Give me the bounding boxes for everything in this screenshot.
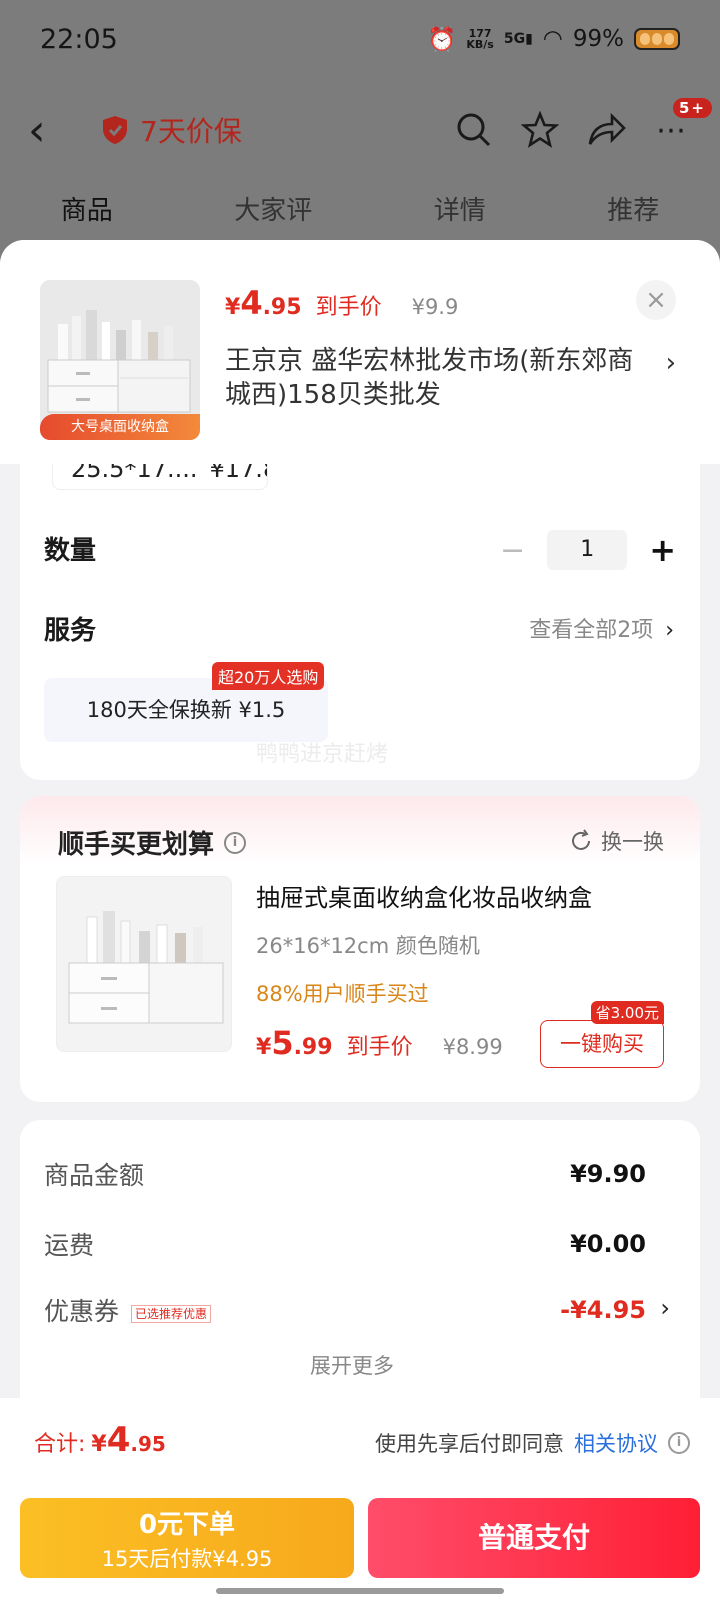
recommend-spec: 26*16*12cm 颜色随机 (256, 934, 480, 958)
recommend-price-currency: ¥ (256, 1035, 272, 1060)
message-badge: 5+ (670, 96, 714, 120)
goods-amount-label: 商品金额 (44, 1161, 145, 1190)
price-currency: ¥ (225, 295, 241, 320)
chevron-right-icon: › (665, 618, 674, 643)
watermark: 鸭鸭进京赶烤 (256, 742, 389, 767)
total-label: 合计: (34, 1432, 86, 1457)
tab-reviews[interactable]: 大家评 (234, 190, 312, 240)
recommend-product-name[interactable]: 抽屉式桌面收纳盒化妆品收纳盒 (256, 878, 656, 913)
options-card: 25.5*17....¥17.8 数量 − 1 + 服务 查看全部2项› 180… (20, 420, 700, 780)
tab-recommend[interactable]: 推荐 (607, 190, 659, 240)
wifi-icon: ◠ (542, 26, 563, 52)
goods-amount-row: 商品金额 ¥9.90 (44, 1156, 646, 1192)
info-icon[interactable]: i (668, 1432, 690, 1454)
total-currency: ¥ (91, 1432, 107, 1457)
normal-pay-button[interactable]: 普通支付 (368, 1498, 700, 1578)
thumbnail-label: 大号桌面收纳盒 (40, 414, 200, 440)
refresh-label: 换一换 (601, 830, 664, 854)
close-icon: × (645, 285, 667, 315)
price-decimal: .95 (262, 295, 302, 320)
battery-text: 99% (572, 26, 624, 52)
expand-more[interactable]: 展开更多 (310, 1350, 394, 1380)
quantity-label: 数量 (44, 536, 97, 566)
original-price: ¥9.9 (411, 295, 459, 319)
view-all-label: 查看全部2项 (529, 618, 654, 643)
total-integer: 4 (106, 1420, 131, 1460)
shield-icon (103, 116, 127, 144)
search-icon[interactable] (454, 110, 494, 150)
increase-button[interactable]: + (649, 531, 676, 569)
tab-goods[interactable]: 商品 (61, 190, 113, 240)
checkout-sheet: 大号桌面收纳盒 ¥ 4 .95 到手价 ¥9.9 × 王京京 盛华宏林批发市场(… (0, 240, 720, 1600)
refresh-button[interactable]: 换一换 (569, 826, 664, 856)
service-badge: 超20万人选购 (212, 662, 325, 690)
shipping-address[interactable]: 王京京 盛华宏林批发市场(新东郊商城西)158贝类批发 (225, 344, 645, 412)
recommend-price-decimal: .99 (293, 1035, 333, 1060)
recommend-title: 顺手买更划算 i (58, 824, 247, 861)
share-icon[interactable] (586, 110, 626, 150)
recommend-price: ¥ 5 .99 到手价 ¥8.99 (256, 1024, 503, 1062)
status-icons: ⏰ 177 KB/s 5G▮ ◠ 99% (428, 26, 680, 53)
pay-later-button[interactable]: 0元下单 15天后付款¥4.95 (20, 1498, 354, 1578)
agreement-text: 使用先享后付即同意 (375, 1432, 564, 1456)
shipping-label: 运费 (44, 1231, 95, 1260)
price-integer: 4 (240, 284, 263, 322)
savings-badge: 省3.00元 (590, 1001, 664, 1024)
coupon-label: 优惠券 (44, 1297, 120, 1326)
recommend-original-price: ¥8.99 (442, 1035, 503, 1059)
sheet-header: 大号桌面收纳盒 ¥ 4 .95 到手价 ¥9.9 × 王京京 盛华宏林批发市场(… (0, 240, 720, 464)
chevron-right-icon: › (660, 1294, 670, 1322)
shipping-fee: ¥0.00 (570, 1230, 646, 1258)
chevron-right-icon: › (665, 348, 676, 378)
service-label: 服务 (44, 616, 97, 646)
alarm-icon: ⏰ (427, 26, 457, 53)
recommend-price-integer: 5 (271, 1024, 294, 1062)
coupon-amount: -¥4.95 (560, 1296, 646, 1324)
close-button[interactable]: × (636, 280, 676, 320)
product-thumbnail[interactable]: 大号桌面收纳盒 (40, 280, 200, 440)
status-time: 22:05 (40, 23, 118, 55)
recommend-card: 顺手买更划算 i 换一换 抽屉式桌面收纳盒化妆品收纳盒 26*16*12cm 颜… (20, 796, 700, 1102)
signal-icon: 5G▮ (503, 31, 533, 47)
price-guarantee[interactable]: 7天价保 (102, 110, 242, 150)
page-tabs: 商品 大家评 详情 推荐 (0, 190, 720, 240)
quantity-stepper: − 1 + (500, 530, 676, 570)
goods-amount: ¥9.90 (570, 1160, 646, 1188)
quantity-value[interactable]: 1 (547, 530, 628, 570)
home-indicator (216, 1588, 504, 1594)
network-speed: 177 KB/s (466, 27, 494, 51)
recommend-thumbnail[interactable] (56, 876, 232, 1052)
recommend-title-text: 顺手买更划算 (58, 830, 215, 860)
pay-later-subtitle: 15天后付款¥4.95 (101, 1547, 273, 1571)
price-label: 到手价 (315, 295, 382, 320)
agreement: 使用先享后付即同意 相关协议 i (375, 1428, 690, 1458)
recommend-rate: 88%用户顺手买过 (256, 982, 429, 1006)
bottom-bar: 合计: ¥ 4 .95 使用先享后付即同意 相关协议 i 0元下单 15天后付款¥… (0, 1398, 720, 1600)
coupon-tag: 已选推荐优惠 (131, 1304, 212, 1323)
order-total: 合计: ¥ 4 .95 (34, 1420, 166, 1460)
shipping-row: 运费 ¥0.00 (44, 1226, 646, 1262)
organizer-image (57, 877, 231, 1051)
more-icon[interactable]: ⋯ 5+ (652, 96, 714, 150)
status-bar: 22:05 ⏰ 177 KB/s 5G▮ ◠ 99% (0, 0, 720, 78)
battery-icon (634, 28, 680, 50)
view-all-services[interactable]: 查看全部2项 › (529, 612, 674, 644)
back-icon[interactable]: ‹ (28, 105, 84, 156)
price-row: ¥ 4 .95 到手价 ¥9.9 (225, 284, 458, 322)
agreement-link[interactable]: 相关协议 (574, 1428, 658, 1458)
pay-later-title: 0元下单 (138, 1510, 236, 1540)
star-icon[interactable] (520, 110, 560, 150)
coupon-row[interactable]: 优惠券 已选推荐优惠 -¥4.95 (44, 1292, 646, 1328)
quick-buy-button[interactable]: 一键购买 (540, 1020, 664, 1068)
recommend-price-label: 到手价 (346, 1035, 413, 1060)
fee-summary-card: 商品金额 ¥9.90 运费 ¥0.00 优惠券 已选推荐优惠 -¥4.95 › 展… (20, 1120, 700, 1440)
tab-details[interactable]: 详情 (434, 190, 486, 240)
total-decimal: .95 (130, 1432, 166, 1456)
top-nav: ‹ 7天价保 ⋯ 5+ (0, 90, 720, 170)
info-icon[interactable]: i (224, 831, 247, 854)
decrease-button[interactable]: − (500, 533, 525, 568)
guarantee-label: 7天价保 (140, 115, 242, 148)
refresh-icon (572, 829, 590, 850)
